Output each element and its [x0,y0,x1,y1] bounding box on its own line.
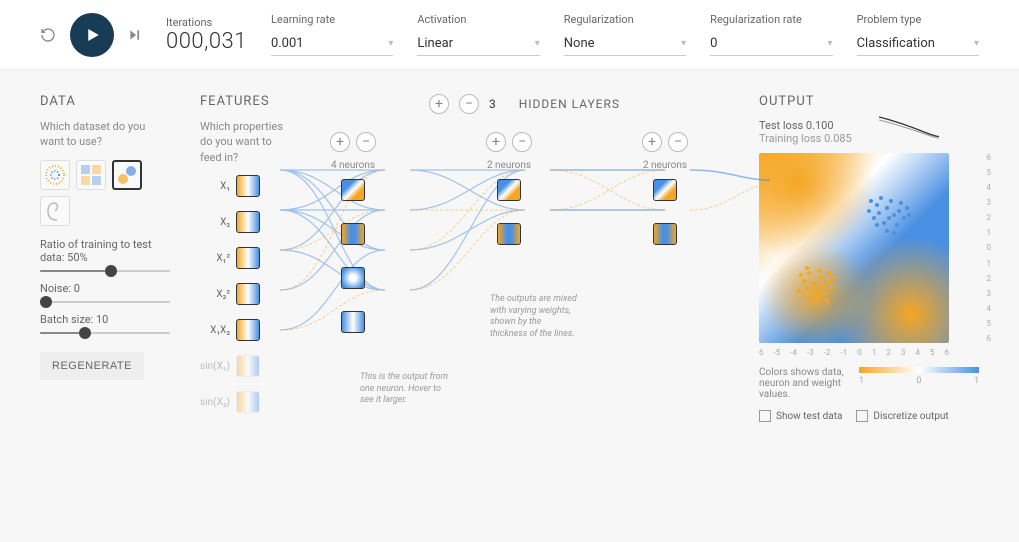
annotation-neuron: This is the output from one neuron. Hove… [360,372,450,407]
select-learning-rate: Learning rate 0.001▾ [271,13,393,56]
chevron-down-icon: ▾ [828,38,833,49]
chevron-down-icon: ▾ [535,38,540,49]
neuron-node[interactable] [497,179,521,201]
remove-neuron-button[interactable]: − [668,132,688,152]
top-bar: Iterations 000,031 Learning rate 0.001▾ … [0,0,1019,70]
output-title: OUTPUT [759,94,979,109]
data-column: DATA Which dataset do you want to use? R… [40,94,170,427]
data-subtitle: Which dataset do you want to use? [40,119,170,150]
dataset-spiral[interactable] [40,196,70,226]
main-area: DATA Which dataset do you want to use? R… [0,70,1019,437]
iterations-label: Iterations [166,16,247,29]
neuron-node[interactable] [341,267,365,289]
add-layer-button[interactable]: + [429,94,449,114]
dataset-gauss[interactable] [112,160,142,190]
hidden-layer-title: HIDDEN LAYERS [519,97,620,111]
test-loss: Test loss 0.100 [759,119,979,132]
remove-neuron-button[interactable]: − [356,132,376,152]
remove-layer-button[interactable]: − [459,94,479,114]
feature-label: X₁² [200,253,230,264]
select-regularization: Regularization None▾ [564,13,686,56]
feature-node-sinx2[interactable] [236,391,260,413]
feature-node-x2[interactable] [236,211,260,233]
reset-icon[interactable] [40,27,56,43]
hidden-layer: + − 4 neurons [330,132,376,347]
play-button[interactable] [70,13,114,57]
show-test-data-checkbox[interactable]: Show test data [759,410,842,422]
problem-type-select[interactable]: Classification▾ [857,32,979,56]
train-loss: Training loss 0.085 [759,132,979,145]
neuron-count: 2 neurons [643,160,687,171]
chevron-down-icon: ▾ [388,38,393,49]
neuron-node[interactable] [341,179,365,201]
learning-rate-select[interactable]: 0.001▾ [271,32,393,56]
select-reg-rate: Regularization rate 0▾ [710,13,832,56]
feature-label: sin(X₁) [200,361,230,372]
step-icon[interactable] [128,28,142,42]
loss-chart [879,112,939,142]
layers-row: + − 4 neurons + − 2 neurons [320,132,729,347]
chevron-down-icon: ▾ [974,38,979,49]
feature-node-x1x2[interactable] [236,319,260,341]
output-plot: 6543210123456 6-5-4-3-2-10123456 [759,153,979,343]
noise-control: Noise: 0 [40,282,170,303]
playback-controls [40,13,142,57]
ratio-control: Ratio of training to test data: 50% [40,238,170,272]
feature-node-x1sq[interactable] [236,247,260,269]
hidden-layer: + − 2 neurons [642,132,688,347]
features-title: FEATURES [200,94,290,109]
output-column: OUTPUT Test loss 0.100 Training loss 0.0… [759,94,979,427]
ratio-slider[interactable] [40,270,170,272]
hidden-layers-header: + − 3 HIDDEN LAYERS [320,94,729,114]
remove-neuron-button[interactable]: − [512,132,532,152]
data-title: DATA [40,94,170,109]
neuron-count: 2 neurons [487,160,531,171]
batch-slider[interactable] [40,332,170,334]
reg-rate-select[interactable]: 0▾ [710,32,832,56]
select-problem-type: Problem type Classification▾ [857,13,979,56]
chevron-down-icon: ▾ [681,38,686,49]
legend-text: Colors shows data, neuron and weight val… [759,367,849,400]
select-activation: Activation Linear▾ [417,13,539,56]
feature-node-x1[interactable] [236,175,260,197]
x-axis-ticks: 6-5-4-3-2-10123456 [759,348,949,357]
output-checks: Show test data Discretize output [759,410,979,422]
feature-label: X₂² [200,289,230,300]
feature-label: X₁X₂ [200,325,230,336]
iterations-block: Iterations 000,031 [166,16,247,54]
neuron-node[interactable] [497,223,521,245]
hidden-layers-column: + − 3 HIDDEN LAYERS [320,94,729,427]
feature-label: sin(X₂) [200,397,230,408]
neuron-node[interactable] [653,179,677,201]
neuron-count: 4 neurons [331,160,375,171]
feature-node-x2sq[interactable] [236,283,260,305]
feature-label: X₂ [200,217,230,228]
dataset-circle[interactable] [40,160,70,190]
noise-slider[interactable] [40,301,170,303]
features-column: FEATURES Which properties do you want to… [200,94,290,427]
feature-label: X₁ [200,181,230,192]
output-heatmap[interactable] [759,153,949,343]
neuron-node[interactable] [653,223,677,245]
regularization-select[interactable]: None▾ [564,32,686,56]
neuron-node[interactable] [341,223,365,245]
hidden-layer-count: 3 [489,97,496,111]
dataset-grid [40,160,170,226]
legend-gradient: 101 [859,367,979,386]
legend-row: Colors shows data, neuron and weight val… [759,367,979,400]
add-neuron-button[interactable]: + [330,132,350,152]
neuron-node[interactable] [341,311,365,333]
feature-node-sinx1[interactable] [236,355,260,377]
discretize-output-checkbox[interactable]: Discretize output [856,410,948,422]
iterations-value: 000,031 [166,29,247,54]
hidden-layer: + − 2 neurons [486,132,532,347]
activation-select[interactable]: Linear▾ [417,32,539,56]
add-neuron-button[interactable]: + [642,132,662,152]
y-axis-ticks: 6543210123456 [987,153,992,343]
add-neuron-button[interactable]: + [486,132,506,152]
dataset-xor[interactable] [76,160,106,190]
features-subtitle: Which properties do you want to feed in? [200,119,290,165]
regenerate-button[interactable]: REGENERATE [40,352,144,380]
batch-control: Batch size: 10 [40,313,170,334]
